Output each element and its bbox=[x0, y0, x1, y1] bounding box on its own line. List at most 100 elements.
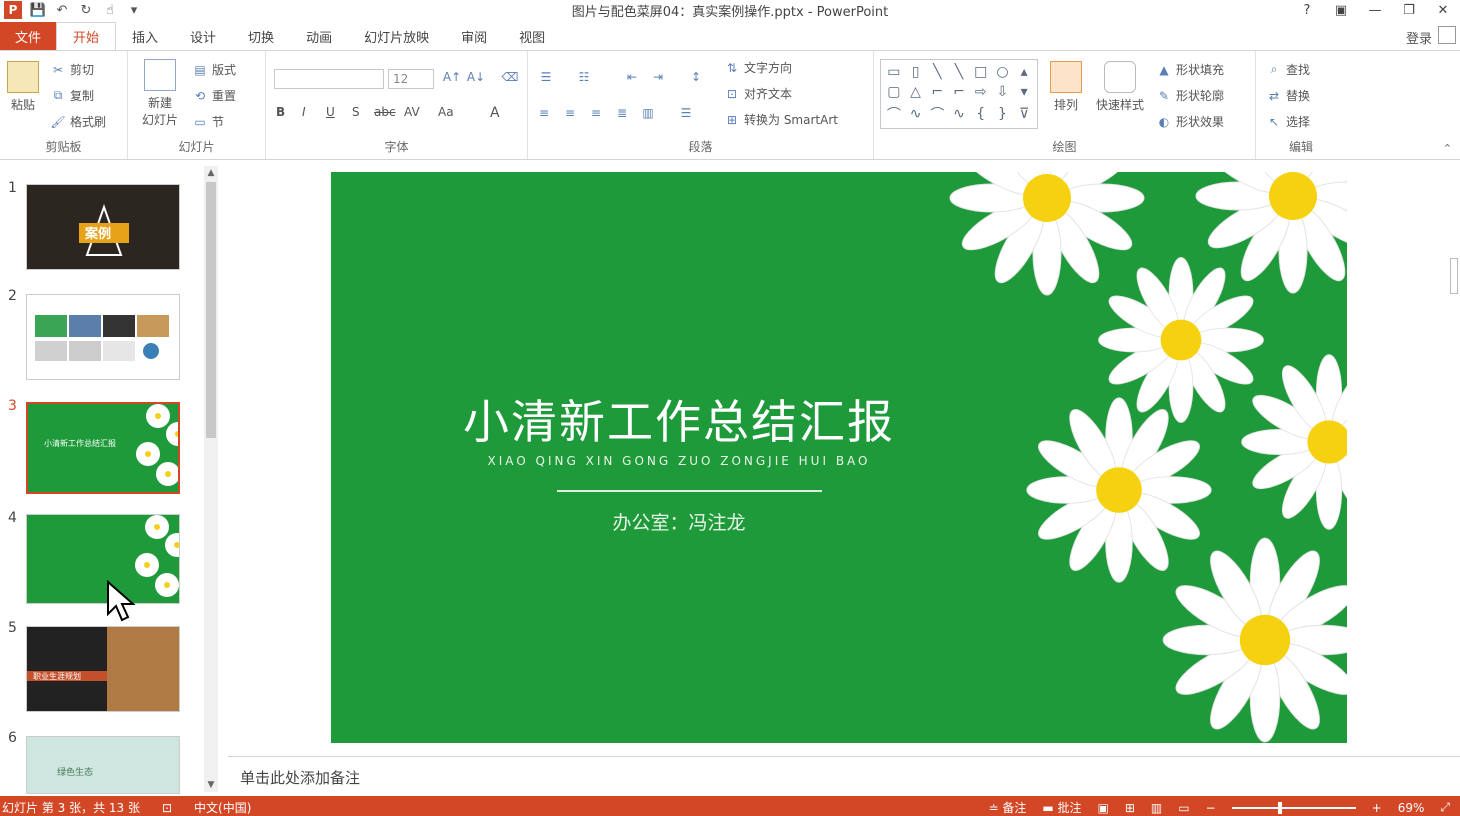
replace-button[interactable]: ⇄ 替换 bbox=[1266, 87, 1310, 104]
bold-button[interactable]: B bbox=[276, 105, 285, 119]
normal-view-icon[interactable]: ▣ bbox=[1098, 801, 1109, 815]
minimize-button[interactable]: — bbox=[1358, 0, 1392, 20]
zoom-slider-knob[interactable] bbox=[1277, 801, 1282, 814]
align-left-button[interactable]: ≡ bbox=[536, 105, 552, 121]
quick-styles-button[interactable]: 快速样式 bbox=[1092, 61, 1148, 113]
rounded-rect-shape-icon[interactable]: ▢ bbox=[887, 84, 900, 100]
increase-indent-button[interactable]: ⇥ bbox=[650, 69, 666, 85]
slide-author[interactable]: 办公室：冯注龙 bbox=[449, 508, 909, 535]
zoom-in-button[interactable]: + bbox=[1372, 801, 1382, 815]
slideshow-view-icon[interactable]: ▭ bbox=[1178, 801, 1189, 815]
slide-thumbnail-2[interactable] bbox=[26, 294, 180, 380]
slide-canvas[interactable]: 小清新工作总结汇报 XIAO QING XIN GONG ZUO ZONGJIE… bbox=[331, 172, 1347, 743]
justify-button[interactable]: ≣ bbox=[614, 105, 630, 121]
line2-shape-icon[interactable]: ╲ bbox=[955, 64, 963, 80]
shrink-font-button[interactable]: A↓ bbox=[467, 69, 485, 85]
freeform-shape-icon[interactable]: ⌒ bbox=[887, 104, 901, 124]
line-shape-icon[interactable]: ╲ bbox=[933, 64, 941, 80]
restore-button[interactable]: ❐ bbox=[1392, 0, 1426, 20]
brace-left-shape-icon[interactable]: { bbox=[976, 106, 985, 122]
notes-pane[interactable]: 单击此处添加备注 bbox=[228, 756, 1460, 796]
char-spacing-button[interactable]: AV bbox=[404, 105, 420, 119]
italic-button[interactable]: I bbox=[302, 105, 306, 119]
language-status[interactable]: 中文(中国) bbox=[194, 799, 251, 816]
textbox-shape-icon[interactable]: ▭ bbox=[887, 64, 900, 80]
slide-thumbnail-1[interactable]: 案例 bbox=[26, 184, 180, 270]
arrow-down-shape-icon[interactable]: ⇩ bbox=[997, 84, 1009, 100]
align-text-button[interactable]: ⊡ 对齐文本 bbox=[724, 85, 792, 102]
notes-toggle-button[interactable]: ≐ 备注 bbox=[988, 799, 1026, 816]
scrollbar-thumb[interactable] bbox=[206, 182, 216, 438]
copy-button[interactable]: ⧉ 复制 bbox=[50, 87, 94, 104]
login-link[interactable]: 登录 bbox=[1406, 28, 1432, 47]
tab-transitions[interactable]: 切换 bbox=[232, 22, 290, 50]
zoom-level[interactable]: 69% bbox=[1398, 801, 1425, 815]
slide-thumbnail-4[interactable] bbox=[26, 514, 180, 604]
zoom-slider[interactable] bbox=[1231, 801, 1356, 814]
help-button[interactable]: ? bbox=[1290, 0, 1324, 20]
cut-button[interactable]: ✂ 剪切 bbox=[50, 61, 94, 78]
connector2-shape-icon[interactable]: ⌐ bbox=[953, 84, 965, 100]
font-color-button[interactable]: A bbox=[490, 105, 500, 121]
scroll-down-icon[interactable]: ▼ bbox=[204, 778, 218, 792]
arc-shape-icon[interactable]: ⌒ bbox=[930, 104, 944, 124]
triangle-shape-icon[interactable]: △ bbox=[910, 84, 921, 100]
bullets-button[interactable]: ☰ bbox=[538, 69, 554, 85]
columns-button[interactable]: ▥ bbox=[640, 105, 656, 121]
find-button[interactable]: ⌕ 查找 bbox=[1266, 61, 1310, 78]
expand-shapes-icon[interactable]: ⊽ bbox=[1019, 106, 1029, 122]
tab-file[interactable]: 文件 bbox=[0, 22, 56, 50]
change-case-button[interactable]: Aa bbox=[438, 105, 454, 119]
rect-shape-icon[interactable]: □ bbox=[974, 64, 987, 80]
section-button[interactable]: ▭ 节 bbox=[192, 113, 224, 130]
slide-title[interactable]: 小清新工作总结汇报 bbox=[449, 386, 909, 452]
slide-thumbnail-6[interactable]: 绿色生态 bbox=[26, 736, 180, 794]
fit-slide-icon[interactable]: ⤢ bbox=[1440, 800, 1450, 815]
user-avatar-icon[interactable] bbox=[1438, 26, 1456, 44]
strikethrough-button[interactable]: abc bbox=[374, 105, 396, 119]
brace-right-shape-icon[interactable]: } bbox=[998, 106, 1007, 122]
more-shape-icon[interactable]: ▴ bbox=[1021, 64, 1028, 80]
font-name-combo[interactable] bbox=[274, 69, 384, 89]
tab-design[interactable]: 设计 bbox=[174, 22, 232, 50]
slide-scrollbar-thumb[interactable] bbox=[1450, 258, 1458, 294]
spellcheck-icon[interactable]: ⊡ bbox=[162, 801, 172, 815]
reading-view-icon[interactable]: ▥ bbox=[1151, 801, 1162, 815]
new-slide-button[interactable]: 新建 幻灯片 bbox=[134, 59, 186, 128]
slide-subtitle-pinyin[interactable]: XIAO QING XIN GONG ZUO ZONGJIE HUI BAO bbox=[449, 454, 909, 468]
shape-fill-button[interactable]: ▲ 形状填充 bbox=[1156, 61, 1224, 78]
tab-animations[interactable]: 动画 bbox=[290, 22, 348, 50]
format-painter-button[interactable]: 🖌 格式刷 bbox=[50, 113, 106, 130]
connector-shape-icon[interactable]: ⌐ bbox=[931, 84, 943, 100]
select-button[interactable]: ↖ 选择 bbox=[1266, 113, 1310, 130]
slide-thumbnail-5[interactable]: 职业生涯规划 bbox=[26, 626, 180, 712]
underline-button[interactable]: U bbox=[326, 105, 335, 119]
slide-scrollbar[interactable] bbox=[1448, 166, 1460, 742]
tab-slideshow[interactable]: 幻灯片放映 bbox=[348, 22, 445, 50]
font-size-combo[interactable]: 12 bbox=[388, 69, 434, 89]
decrease-indent-button[interactable]: ⇤ bbox=[624, 69, 640, 85]
paragraph-align-button[interactable]: ☰ bbox=[678, 105, 694, 121]
tab-view[interactable]: 视图 bbox=[503, 22, 561, 50]
slide-thumbnail-3[interactable]: 小清新工作总结汇报 bbox=[26, 402, 180, 494]
shape-effects-button[interactable]: ◐ 形状效果 bbox=[1156, 113, 1224, 130]
align-right-button[interactable]: ≡ bbox=[588, 105, 604, 121]
thumbnails-scrollbar[interactable]: ▲ ▼ bbox=[204, 166, 218, 792]
tab-review[interactable]: 审阅 bbox=[445, 22, 503, 50]
wave-shape-icon[interactable]: ∿ bbox=[953, 106, 965, 122]
numbering-button[interactable]: ☷ bbox=[576, 69, 592, 85]
grow-font-button[interactable]: A↑ bbox=[443, 69, 461, 85]
shapes-gallery[interactable]: ▭ ▯ ╲ ╲ □ ○ ▴ ▢ △ ⌐ ⌐ ⇨ ⇩ ▾ ⌒ ∿ ⌒ ∿ {} ⊽ bbox=[880, 59, 1038, 129]
line-spacing-button[interactable]: ↕ bbox=[688, 69, 704, 85]
tab-insert[interactable]: 插入 bbox=[116, 22, 174, 50]
smartart-button[interactable]: ⊞ 转换为 SmartArt bbox=[724, 111, 838, 128]
slide-sorter-view-icon[interactable]: ⊞ bbox=[1125, 801, 1135, 815]
curve-shape-icon[interactable]: ∿ bbox=[910, 106, 922, 122]
shadow-button[interactable]: S bbox=[352, 105, 360, 119]
scroll-up-icon[interactable]: ▲ bbox=[204, 166, 218, 180]
zoom-out-button[interactable]: − bbox=[1206, 801, 1216, 815]
text-direction-button[interactable]: ⇅ 文字方向 bbox=[724, 59, 792, 76]
layout-button[interactable]: ▤ 版式 bbox=[192, 61, 236, 78]
textbox-v-shape-icon[interactable]: ▯ bbox=[912, 64, 920, 80]
arrow-right-shape-icon[interactable]: ⇨ bbox=[975, 84, 987, 100]
